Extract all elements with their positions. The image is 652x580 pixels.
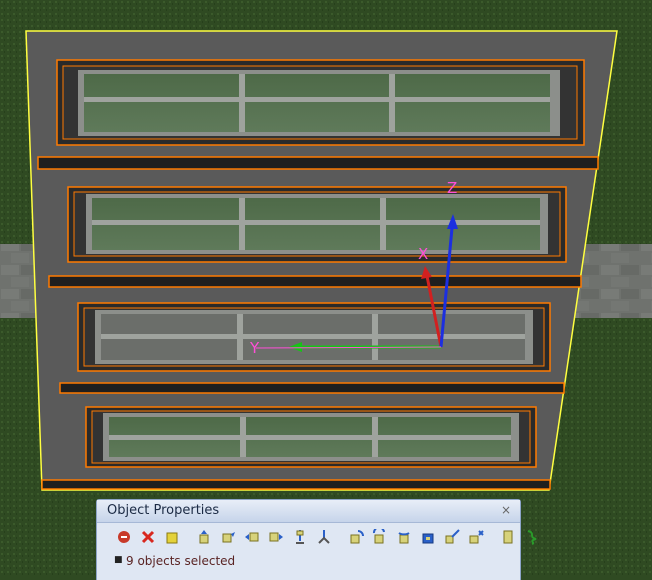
selection-count: 9 objects selected [126,554,236,568]
snap-object-icon[interactable] [289,527,311,547]
panel-title: Object Properties [107,503,220,518]
rotate-y-icon[interactable] [369,527,391,547]
object-properties-panel[interactable]: Object Properties × ■ 9 objects selected [96,499,537,580]
copy-object-icon[interactable] [497,527,519,547]
3d-viewport[interactable]: X Y Z [0,0,652,575]
object-toolbar [113,527,545,547]
align-object-icon[interactable] [465,527,487,547]
drop-object-icon[interactable] [313,527,335,547]
move-up-icon[interactable] [193,527,215,547]
select-object-icon[interactable] [161,527,183,547]
scale-object-icon[interactable] [441,527,463,547]
window-1 [56,59,585,146]
window-4 [85,406,537,468]
x-axis-label: X [418,245,428,263]
panel-titlebar[interactable]: Object Properties × [97,500,520,523]
rotate-z-icon[interactable] [393,527,415,547]
more-tools-icon[interactable] [521,527,543,547]
rotate-reset-icon[interactable] [417,527,439,547]
move-left-icon[interactable] [241,527,263,547]
close-panel-button[interactable]: × [500,504,512,516]
z-axis-label: Z [447,179,457,197]
link-object-icon[interactable] [113,527,135,547]
status-bullet-icon: ■ [114,555,123,565]
scene-canvas[interactable]: X Y Z [0,0,652,575]
unlink-object-icon[interactable] [137,527,159,547]
move-right-icon[interactable] [265,527,287,547]
window-3 [77,302,551,372]
rotate-x-icon[interactable] [345,527,367,547]
y-axis-label: Y [249,339,260,357]
window-2 [67,186,567,263]
move-forward-icon[interactable] [217,527,239,547]
